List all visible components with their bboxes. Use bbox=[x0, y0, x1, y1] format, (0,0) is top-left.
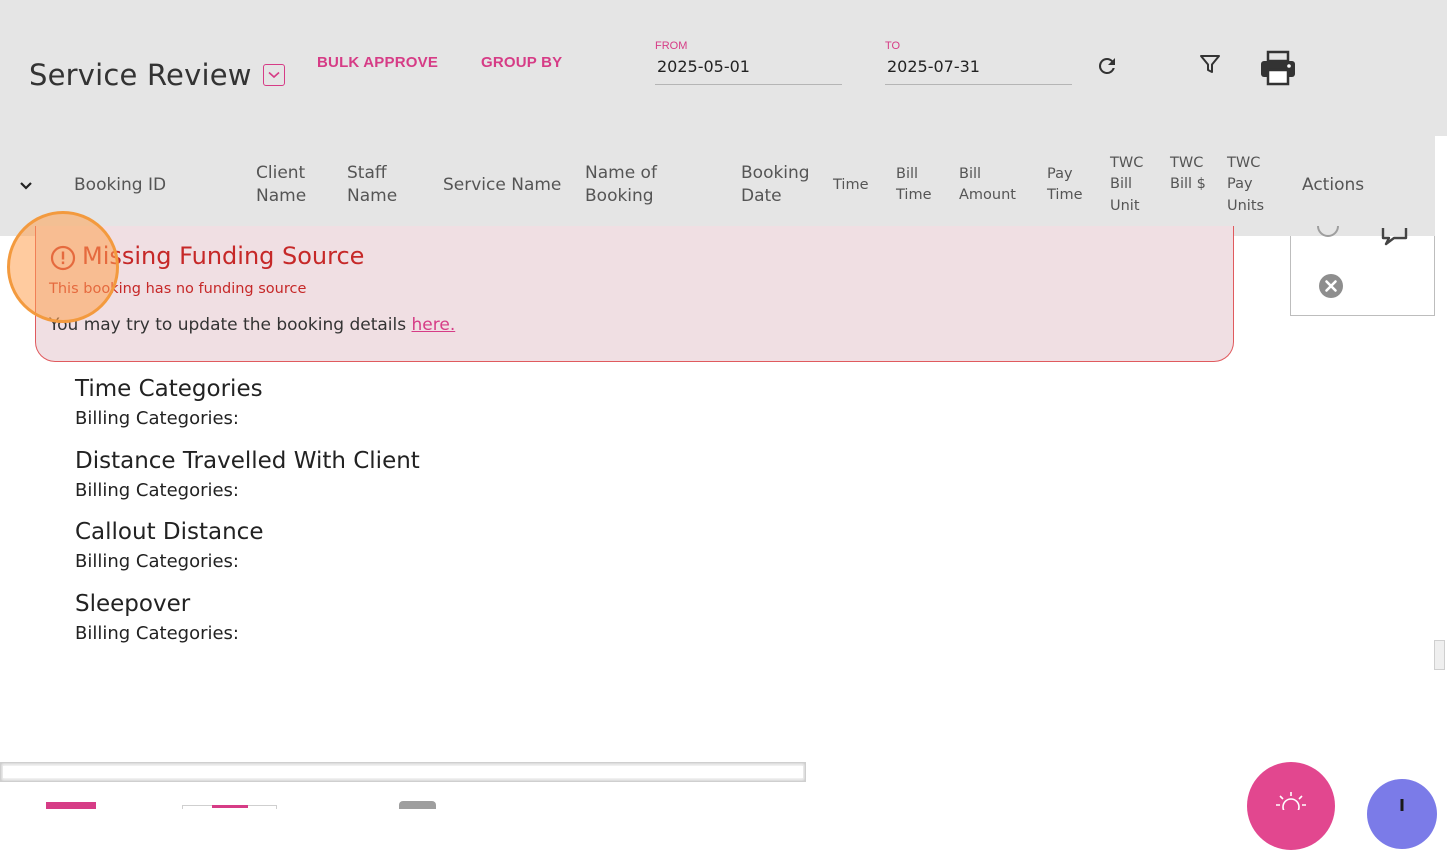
category-billing-time: Billing Categories: bbox=[75, 408, 239, 429]
column-staff-name[interactable]: Staff Name bbox=[347, 162, 417, 207]
category-title-callout-distance: Callout Distance bbox=[75, 519, 264, 545]
category-billing-distance-with-client: Billing Categories: bbox=[75, 480, 239, 501]
bottom-control-fragment[interactable] bbox=[399, 801, 436, 809]
horizontal-scrollbar[interactable] bbox=[0, 762, 806, 782]
chevron-down-icon bbox=[268, 71, 280, 79]
refresh-icon bbox=[1098, 57, 1115, 74]
column-twc-bill-dollar[interactable]: TWC Bill $ bbox=[1170, 153, 1210, 196]
title-dropdown-button[interactable] bbox=[263, 64, 285, 86]
column-service-name[interactable]: Service Name bbox=[443, 174, 573, 197]
column-time[interactable]: Time bbox=[833, 175, 883, 196]
horizontal-scrollbar-thumb[interactable] bbox=[3, 766, 803, 778]
category-title-distance-with-client: Distance Travelled With Client bbox=[75, 448, 420, 474]
close-circle-icon[interactable] bbox=[1318, 273, 1344, 299]
expand-all-button[interactable] bbox=[16, 176, 36, 196]
to-date-label: TO bbox=[885, 40, 901, 52]
from-date-value[interactable]: 2025-05-01 bbox=[657, 57, 750, 76]
from-date-label: FROM bbox=[655, 40, 688, 52]
category-title-time: Time Categories bbox=[75, 376, 263, 402]
comment-icon[interactable] bbox=[1380, 228, 1410, 248]
vertical-scrollbar[interactable] bbox=[1434, 640, 1445, 670]
category-billing-callout-distance: Billing Categories: bbox=[75, 551, 239, 572]
alert-message: You may try to update the booking detail… bbox=[49, 315, 455, 335]
row-actions-panel bbox=[1290, 225, 1435, 316]
column-client-name[interactable]: Client Name bbox=[256, 162, 326, 207]
filter-icon bbox=[1200, 55, 1220, 73]
column-pay-time[interactable]: Pay Time bbox=[1047, 164, 1097, 207]
alert-title: Missing Funding Source bbox=[82, 242, 365, 270]
click-indicator bbox=[7, 211, 119, 323]
alert-message-text: You may try to update the booking detail… bbox=[49, 315, 412, 335]
column-bill-time[interactable]: Bill Time bbox=[896, 164, 946, 207]
header-edge bbox=[1435, 136, 1447, 236]
print-button[interactable] bbox=[1258, 48, 1298, 88]
update-booking-link[interactable]: here. bbox=[412, 315, 456, 335]
to-date-field[interactable]: TO 2025-07-31 bbox=[885, 38, 1072, 85]
column-bill-amount[interactable]: Bill Amount bbox=[959, 164, 1029, 207]
print-icon bbox=[1261, 50, 1295, 86]
filter-button[interactable] bbox=[1196, 50, 1224, 78]
pagination-fragment[interactable] bbox=[182, 805, 277, 809]
refresh-button[interactable] bbox=[1093, 52, 1121, 80]
to-date-value[interactable]: 2025-07-31 bbox=[887, 57, 980, 76]
add-button[interactable] bbox=[1367, 779, 1437, 849]
bulk-approve-button[interactable]: BULK APPROVE bbox=[317, 54, 438, 71]
sun-icon bbox=[1276, 792, 1306, 810]
category-billing-sleepover: Billing Categories: bbox=[75, 623, 239, 644]
plus-icon bbox=[1400, 799, 1404, 811]
page-title: Service Review bbox=[29, 58, 252, 92]
theme-toggle-button[interactable] bbox=[1247, 762, 1335, 850]
bottom-button-fragment[interactable] bbox=[46, 802, 96, 809]
chevron-down-icon bbox=[20, 182, 32, 190]
column-booking-date[interactable]: Booking Date bbox=[741, 162, 821, 207]
column-actions: Actions bbox=[1302, 175, 1365, 195]
from-date-field[interactable]: FROM 2025-05-01 bbox=[655, 38, 842, 85]
group-by-button[interactable]: GROUP BY bbox=[481, 54, 562, 71]
category-title-sleepover: Sleepover bbox=[75, 591, 191, 617]
column-name-of-booking[interactable]: Name of Booking bbox=[585, 162, 685, 207]
column-twc-pay-units[interactable]: TWC Pay Units bbox=[1227, 153, 1271, 217]
approve-icon[interactable] bbox=[1316, 224, 1340, 246]
column-booking-id[interactable]: Booking ID bbox=[74, 174, 234, 197]
column-twc-bill-unit[interactable]: TWC Bill Unit bbox=[1110, 153, 1154, 217]
